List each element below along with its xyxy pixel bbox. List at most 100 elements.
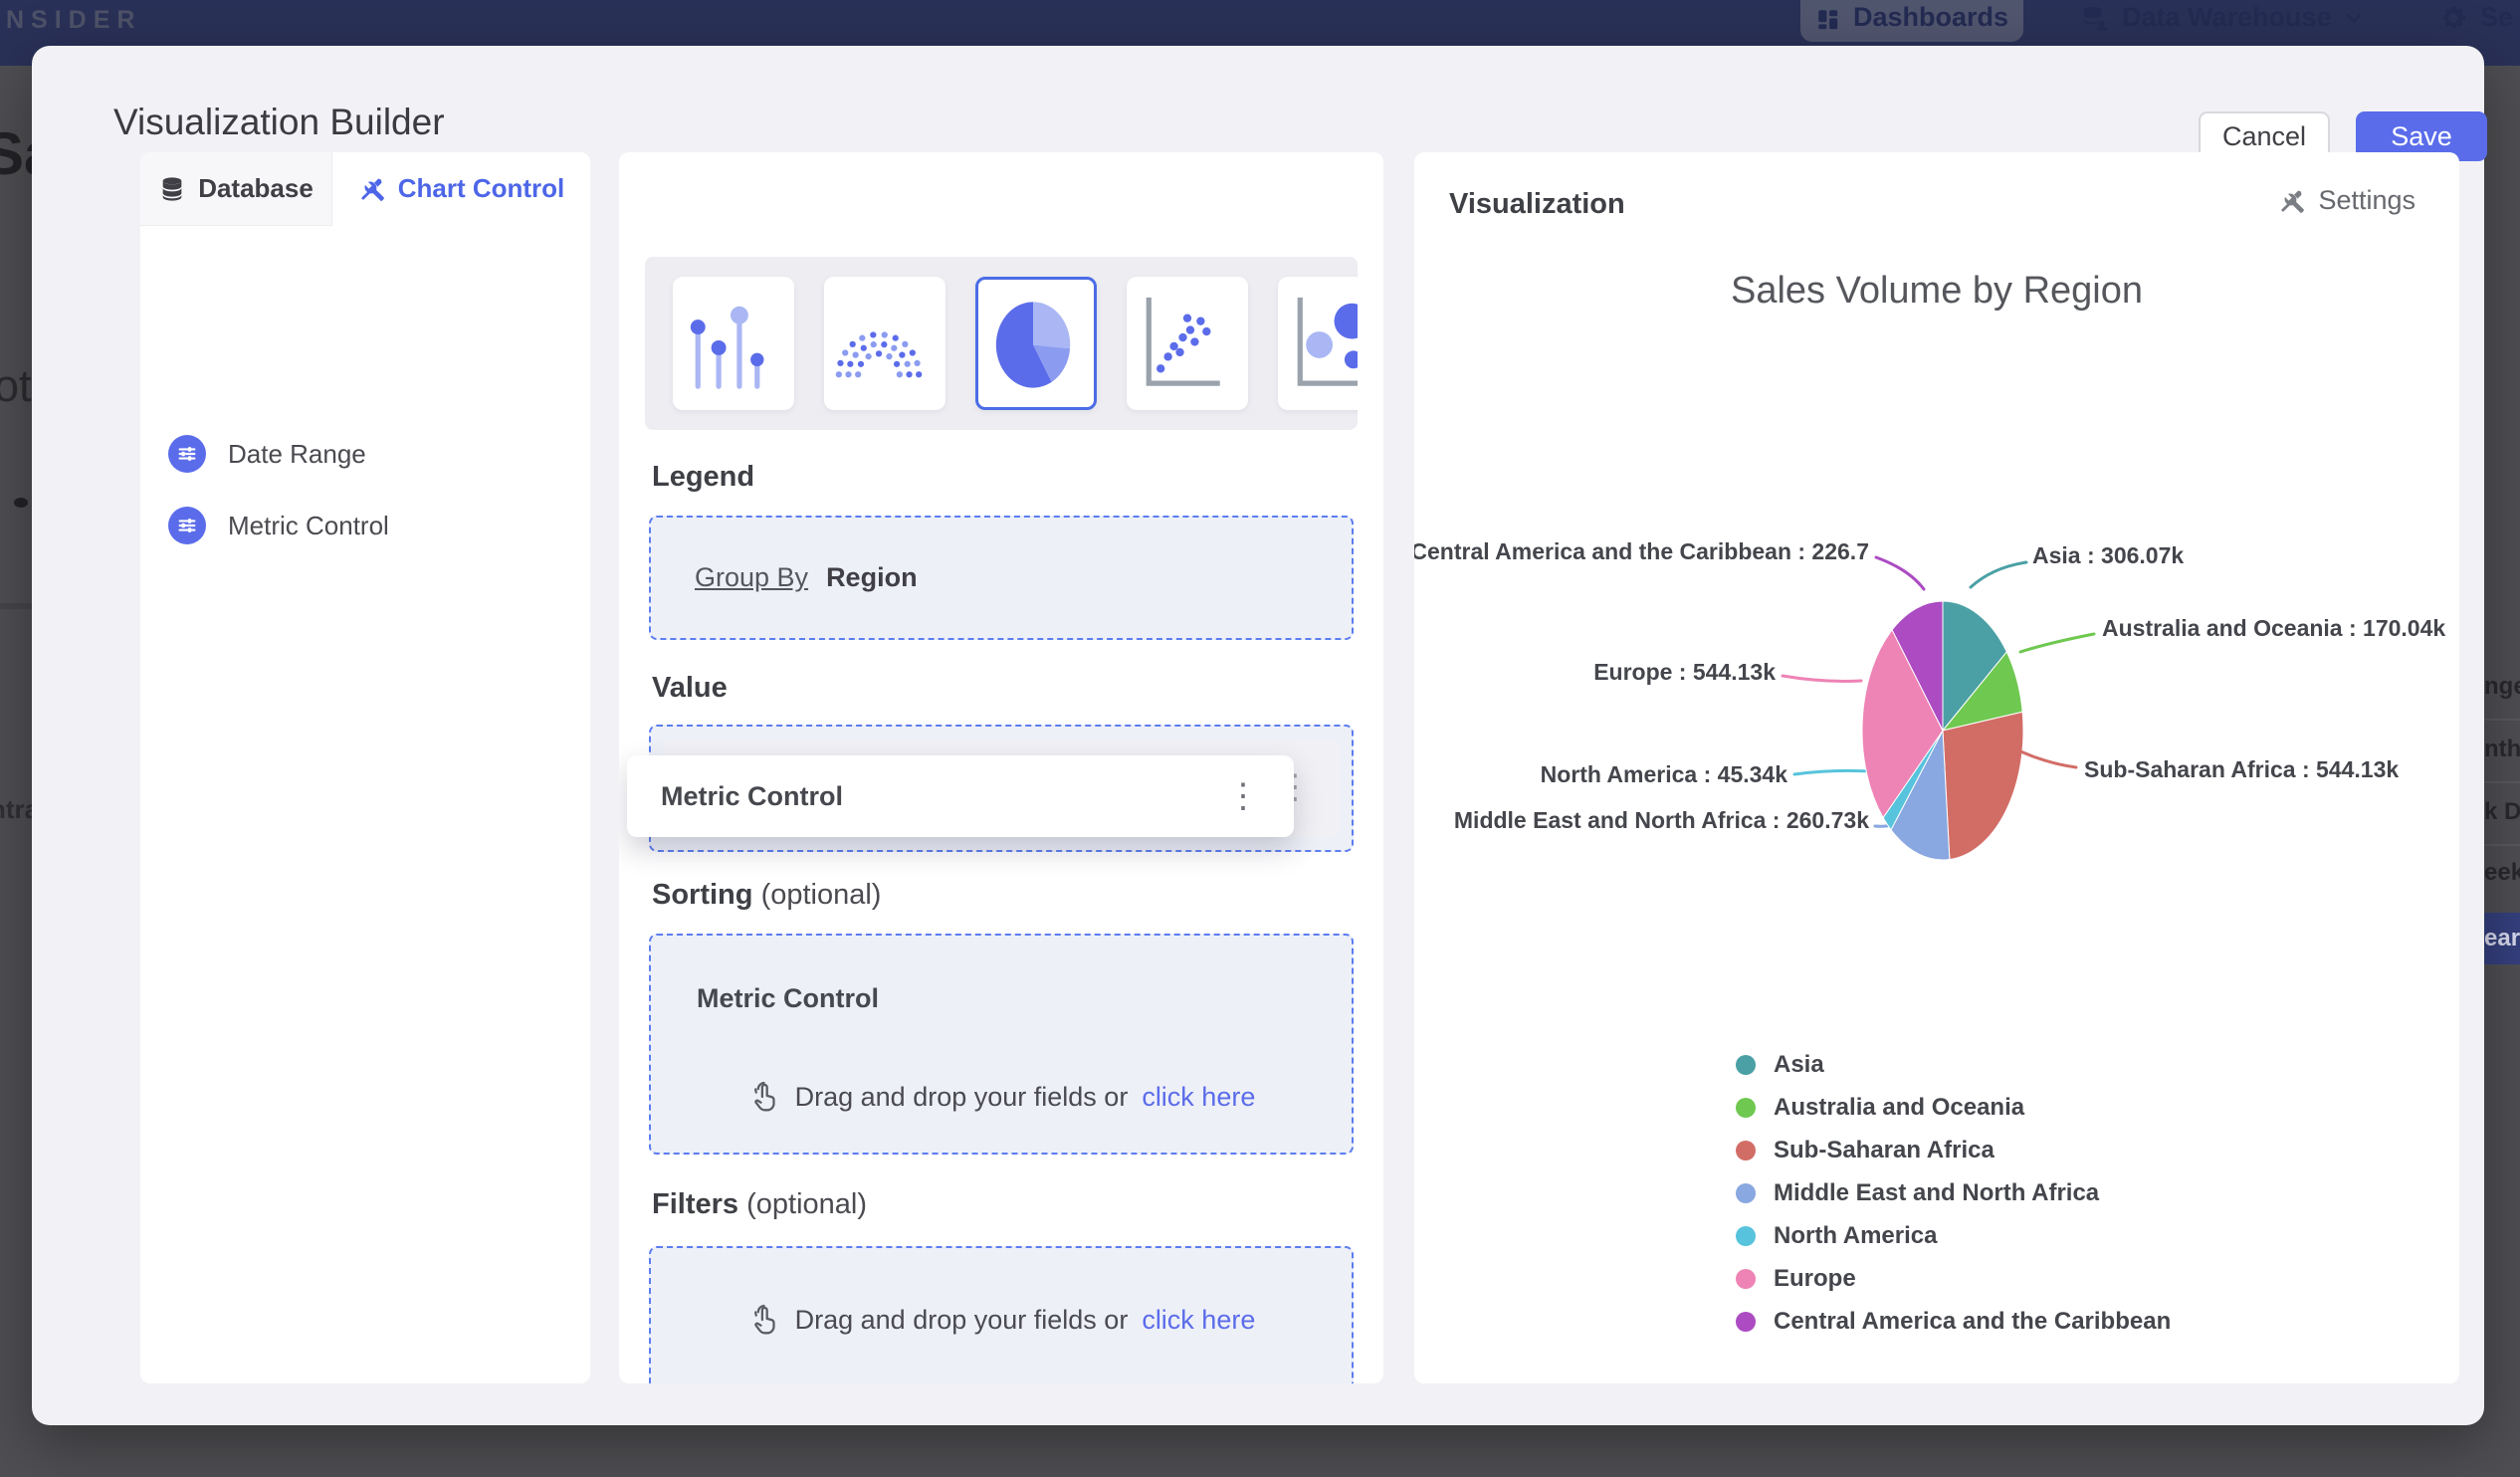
visualization-panel: Visualization Settings Sales Volume by R… [1414, 152, 2459, 1383]
sorting-dropzone[interactable]: Metric Control Drag and drop your fields… [649, 934, 1354, 1155]
legend-item[interactable]: Australia and Oceania [1736, 1094, 2171, 1122]
legend-item[interactable]: North America [1736, 1222, 2171, 1250]
builder-panel: Type View all Legend Group By Region Val… [619, 152, 1383, 1383]
backdrop-menu-divider [2484, 844, 2520, 846]
chart-type-scatter[interactable] [1127, 277, 1248, 410]
legend-label: Europe [1774, 1265, 1856, 1292]
legend-label: North America [1774, 1222, 1938, 1249]
nav-data-warehouse-label: Data Warehouse [2122, 2, 2332, 32]
chart-type-lollipop[interactable] [673, 277, 794, 410]
pie-label: Central America and the Caribbean : 226.… [1414, 538, 1869, 564]
dot-arc-icon [835, 331, 923, 378]
legend-dropzone[interactable]: Group By Region [649, 516, 1354, 640]
legend-item[interactable]: Central America and the Caribbean [1736, 1308, 2171, 1336]
database-icon [158, 175, 186, 203]
kebab-menu-icon[interactable]: ⋮ [1226, 779, 1260, 813]
pie-label: Europe : 544.13k [1593, 659, 1776, 685]
legend-dot-icon [1736, 1141, 1756, 1160]
nav-settings-button[interactable]: Se [2438, 2, 2513, 33]
chart-type-pie[interactable] [975, 277, 1097, 410]
pie-label: Asia : 306.07k [2032, 542, 2184, 568]
drop-hint: Drag and drop your fields or click here [651, 1080, 1352, 1114]
legend-label: Central America and the Caribbean [1774, 1308, 2172, 1335]
pie-label: Middle East and North Africa : 260.73k [1454, 807, 1869, 833]
drop-hint-text: Drag and drop your fields or [794, 1304, 1129, 1335]
pie-label: Australia and Oceania : 170.04k [2102, 615, 2445, 641]
tap-icon [747, 1080, 781, 1114]
legend-item[interactable]: Europe [1736, 1265, 2171, 1293]
backdrop-menu-divider [2484, 719, 2520, 721]
pie-label: North America : 45.34k [1541, 761, 1788, 787]
pie-leader-line [1969, 560, 2028, 589]
sidebar-item-metric-control[interactable]: Metric Control [168, 507, 389, 544]
backdrop-menu-item-selected: ear [2484, 913, 2520, 964]
nav-dashboards-button[interactable]: Dashboards [1800, 0, 2023, 42]
data-warehouse-icon [2080, 3, 2110, 33]
nav-data-warehouse-button[interactable]: Data Warehouse [2080, 2, 2364, 33]
pie-label: Sub-Saharan Africa : 544.13k [2084, 756, 2399, 782]
filters-section-heading: Filters (optional) [652, 1188, 867, 1220]
filters-dropzone[interactable]: Drag and drop your fields or click here [649, 1246, 1354, 1383]
legend-dot-icon [1736, 1269, 1756, 1289]
backdrop-bullet [14, 498, 28, 508]
chart-type-dot-arc[interactable] [824, 277, 945, 410]
chart-type-strip [645, 257, 1358, 430]
tab-chart-control[interactable]: Chart Control [332, 152, 590, 226]
legend-dot-icon [1736, 1312, 1756, 1332]
chart-type-bubble[interactable] [1278, 277, 1358, 410]
visualization-builder-modal: Visualization Builder Cancel Save Databa… [32, 46, 2487, 1425]
backdrop-menu-item: nth [2484, 736, 2520, 762]
legend-dot-icon [1736, 1183, 1756, 1203]
pie-icon [995, 302, 1071, 388]
backdrop-menu-divider [2484, 781, 2520, 783]
sidebar-item-label: Metric Control [228, 510, 389, 540]
chart-legend: Asia Australia and Oceania Sub-Saharan Afr… [1736, 1051, 2171, 1336]
legend-item[interactable]: Middle East and North Africa [1736, 1179, 2171, 1207]
drop-hint: Drag and drop your fields or click here [651, 1303, 1352, 1337]
tab-database-label: Database [198, 173, 314, 203]
group-by-value: Region [826, 562, 918, 592]
dashboards-icon [1815, 7, 1841, 33]
scatter-icon [1146, 297, 1220, 386]
app-logo: NSIDER [6, 6, 142, 34]
pie-leader-line [1781, 674, 1863, 683]
pie-leader-line [1874, 555, 1926, 591]
controls-sidebar: Database Chart Control Date Range Metric… [140, 152, 590, 1383]
sorting-section-heading: Sorting (optional) [652, 879, 882, 911]
sliders-icon [168, 435, 206, 473]
legend-label: Sub-Saharan Africa [1774, 1137, 1995, 1163]
sliders-icon [168, 507, 206, 544]
sidebar-item-label: Date Range [228, 438, 366, 469]
backdrop-menu-item: nge [2484, 673, 2520, 700]
group-by-label[interactable]: Group By [695, 562, 808, 593]
sidebar-item-date-range[interactable]: Date Range [168, 435, 366, 473]
backdrop-divider [0, 603, 32, 609]
value-section-heading: Value [652, 672, 728, 704]
legend-dot-icon [1736, 1098, 1756, 1118]
dragged-metric-control-chip[interactable]: Metric Control ⋮ [627, 755, 1294, 837]
legend-label: Asia [1774, 1051, 1824, 1078]
legend-item[interactable]: Asia [1736, 1051, 2171, 1079]
tab-database[interactable]: Database [140, 152, 332, 226]
screen: NSIDER Dashboards Data Warehouse Se ota … [0, 0, 2520, 1477]
tab-chart-control-label: Chart Control [397, 173, 565, 203]
tools-icon [358, 175, 386, 203]
tap-icon [747, 1303, 781, 1337]
click-here-link[interactable]: click here [1142, 1082, 1255, 1113]
backdrop-menu-item: k D [2484, 798, 2520, 825]
legend-label: Australia and Oceania [1774, 1094, 2025, 1121]
click-here-link[interactable]: click here [1142, 1305, 1255, 1336]
nav-dashboards-label: Dashboards [1852, 2, 2009, 32]
pie-slice-2[interactable] [1943, 712, 2023, 859]
legend-label: Middle East and North Africa [1774, 1179, 2100, 1206]
legend-section-heading: Legend [652, 461, 755, 493]
legend-dot-icon [1736, 1055, 1756, 1075]
sorting-field-label: Metric Control [697, 983, 880, 1013]
backdrop-menu-item: eek [2484, 859, 2520, 886]
nav-settings-partial-label: Se [2480, 2, 2514, 32]
chip-label: Metric Control [661, 780, 844, 811]
pie-leader-line [2018, 632, 2096, 654]
legend-dot-icon [1736, 1226, 1756, 1246]
legend-item[interactable]: Sub-Saharan Africa [1736, 1137, 2171, 1164]
gear-icon [2438, 3, 2468, 33]
